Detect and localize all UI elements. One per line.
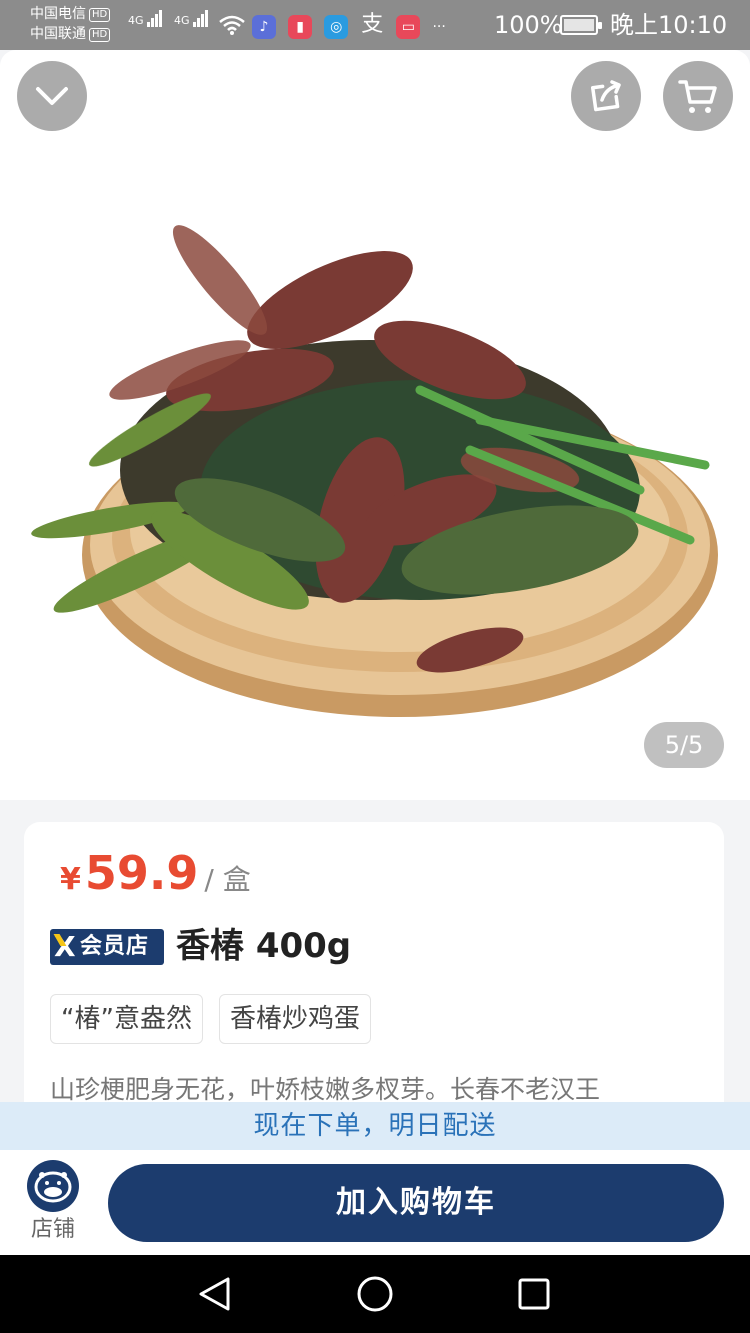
signal-icon: 4G <box>174 10 209 27</box>
currency-symbol: ¥ <box>60 862 81 897</box>
clock: 晚上10:10 <box>610 11 728 39</box>
product-title: 香椿 400g <box>176 926 352 966</box>
shopping-cart-icon <box>678 80 717 113</box>
product-image-carousel[interactable]: 5/5 <box>0 50 750 800</box>
product-image <box>31 225 718 717</box>
price-block: ¥59.9/ 盒 <box>60 846 251 900</box>
member-store-label: 会员店 <box>80 934 150 959</box>
system-nav-bar <box>0 1255 750 1333</box>
nav-back-button[interactable] <box>191 1271 237 1317</box>
huawei-app-icon: ▭ <box>396 15 421 39</box>
price-unit: / 盒 <box>204 863 251 896</box>
battery-icon <box>560 15 602 35</box>
status-bar: 中国电信 HD 中国联通 HD 4G 4G ♪ ▮ ◎ 支 ▭ ··· 100% 晚… <box>0 0 750 50</box>
hd-badge: HD <box>89 28 111 42</box>
wifi-icon <box>219 15 245 35</box>
book-app-icon: ▮ <box>288 15 313 39</box>
store-label: 店铺 <box>30 1217 75 1242</box>
carrier-info: 中国电信 HD 中国联通 HD <box>30 4 111 44</box>
recents-square-icon <box>518 1278 550 1310</box>
home-circle-icon <box>357 1276 393 1312</box>
product-tag: “椿”意盎然 <box>50 994 203 1044</box>
nav-recents-button[interactable] <box>511 1271 557 1317</box>
share-icon <box>590 80 621 112</box>
more-notifications-icon: ··· <box>432 19 446 35</box>
nav-home-button[interactable] <box>352 1271 398 1317</box>
bottom-action-bar: 店铺 加入购物车 <box>0 1150 750 1255</box>
price-value: 59.9 <box>84 846 199 900</box>
image-counter: 5/5 <box>644 722 724 768</box>
delivery-banner: 现在下单，明日配送 <box>0 1102 750 1150</box>
store-mascot-icon <box>27 1160 79 1212</box>
cart-button[interactable] <box>663 61 733 131</box>
hd-badge: HD <box>89 8 111 22</box>
back-triangle-icon <box>199 1277 230 1311</box>
member-store-logo-icon: X <box>54 930 76 963</box>
store-button[interactable]: 店铺 <box>22 1160 84 1244</box>
product-tag: 香椿炒鸡蛋 <box>219 994 372 1044</box>
signal-icon: 4G <box>128 10 163 27</box>
carrier-2-label: 中国联通 <box>30 26 86 42</box>
member-store-badge: X 会员店 <box>50 929 164 965</box>
collapse-button[interactable] <box>17 61 87 131</box>
share-button[interactable] <box>571 61 641 131</box>
notification-icons: ♪ ▮ ◎ 支 ▭ ··· <box>252 13 453 39</box>
network-type-label: 4G <box>174 14 190 27</box>
add-to-cart-button[interactable]: 加入购物车 <box>108 1164 724 1242</box>
chevron-down-icon <box>36 87 68 105</box>
music-app-icon: ♪ <box>252 15 276 39</box>
carrier-1-label: 中国电信 <box>30 6 86 22</box>
battery-percent: 100% <box>494 11 563 39</box>
search-app-icon: ◎ <box>324 15 349 39</box>
alipay-app-icon: 支 <box>361 12 384 37</box>
network-type-label: 4G <box>128 14 144 27</box>
product-info-card: ¥59.9/ 盒 X 会员店 香椿 400g “椿”意盎然 香椿炒鸡蛋 山珍梗肥… <box>24 822 724 1122</box>
